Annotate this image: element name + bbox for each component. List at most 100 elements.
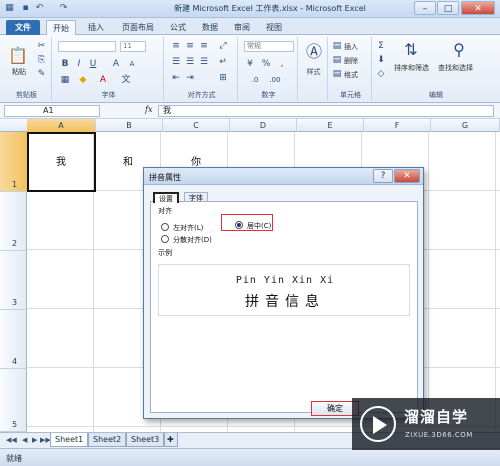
column-header-e[interactable]: E	[297, 119, 364, 132]
align-bottom-icon[interactable]: ≡	[198, 41, 210, 52]
column-header-d[interactable]: D	[230, 119, 297, 132]
number-format-combo[interactable]: 常规	[244, 41, 294, 52]
save-icon[interactable]: ▪	[20, 3, 31, 14]
row-header-4[interactable]: 4	[0, 310, 27, 369]
tab-formulas[interactable]: 公式	[166, 20, 190, 35]
redo-icon[interactable]: ↷	[58, 3, 69, 14]
close-dialog-button[interactable]: ✕	[394, 169, 420, 183]
tab-page-layout[interactable]: 页面布局	[116, 20, 160, 35]
cut-icon[interactable]: ✂	[36, 41, 47, 52]
sort-filter-icon[interactable]: ⇅	[402, 41, 420, 59]
percent-icon[interactable]: %	[260, 59, 272, 70]
help-button[interactable]: ?	[373, 169, 393, 183]
format-cells-icon[interactable]: ▤	[332, 69, 342, 80]
format-painter-icon[interactable]: ✎	[36, 69, 47, 80]
column-header-f[interactable]: F	[364, 119, 431, 132]
styles-icon[interactable]: Ⓐ	[305, 43, 323, 61]
copy-icon[interactable]: ⎘	[36, 55, 47, 66]
column-header-c[interactable]: C	[163, 119, 230, 132]
font-grow-icon[interactable]: A	[110, 59, 122, 70]
center-option-highlight	[221, 214, 273, 231]
font-name-combo[interactable]	[58, 41, 116, 52]
align-center-icon[interactable]: ☰	[184, 57, 196, 68]
orientation-icon[interactable]: ⤢	[216, 41, 230, 52]
wrap-text-icon[interactable]: ↵	[216, 57, 230, 68]
close-window-button[interactable]: ✕	[461, 1, 495, 15]
row-header-2[interactable]: 2	[0, 192, 27, 251]
name-box[interactable]: A1	[4, 105, 100, 117]
font-size-combo[interactable]: 11	[120, 41, 146, 52]
radio-distributed[interactable]	[161, 235, 169, 243]
format-cells-label[interactable]: 格式	[344, 70, 358, 80]
find-select-icon[interactable]: ⚲	[450, 41, 468, 59]
group-styles: Ⓐ 样式	[300, 37, 328, 101]
new-sheet-icon[interactable]: ✚	[164, 433, 178, 447]
sheet-tab-3[interactable]: Sheet3	[126, 433, 165, 447]
sheet-tab-1[interactable]: Sheet1	[50, 433, 89, 447]
delete-cells-label[interactable]: 删除	[344, 56, 358, 66]
fill-color-icon[interactable]: ◆	[78, 75, 88, 86]
borders-icon[interactable]: ▦	[60, 75, 70, 86]
tab-settings[interactable]: 设置	[153, 192, 179, 203]
paste-icon[interactable]: 📋	[8, 47, 28, 65]
formula-bar: A1 fx 我	[0, 103, 500, 119]
font-shrink-icon[interactable]: A	[126, 59, 138, 70]
fill-icon[interactable]: ⬇	[376, 55, 386, 66]
increase-indent-icon[interactable]: ⇥	[184, 73, 196, 84]
tab-review[interactable]: 审阅	[230, 20, 254, 35]
cell-b1[interactable]: 和	[123, 153, 133, 168]
group-editing: Σ ⬇ ◇ ⇅ 排序和筛选 ⚲ 查找和选择 编辑	[374, 37, 498, 101]
insert-cells-label[interactable]: 插入	[344, 42, 358, 52]
cell-c1[interactable]: 你	[191, 153, 201, 168]
tab-view[interactable]: 视图	[262, 20, 286, 35]
group-label-number: 数字	[261, 91, 276, 99]
radio-distributed-label[interactable]: 分散对齐(D)	[173, 235, 212, 245]
align-top-icon[interactable]: ≡	[170, 41, 182, 52]
underline-icon[interactable]: U	[88, 59, 98, 70]
font-color-icon[interactable]: A	[98, 75, 108, 86]
decrease-indent-icon[interactable]: ⇤	[170, 73, 182, 84]
find-select-label[interactable]: 查找和选择	[438, 63, 473, 73]
insert-function-icon[interactable]: fx	[145, 105, 152, 114]
delete-cells-icon[interactable]: ▤	[332, 55, 342, 66]
radio-left-label[interactable]: 左对齐(L)	[173, 223, 203, 233]
tab-home[interactable]: 开始	[46, 20, 76, 35]
dialog-title-bar: 拼音属性 ? ✕	[144, 168, 423, 185]
first-sheet-icon[interactable]: ◀◀	[6, 436, 17, 444]
align-middle-icon[interactable]: ≡	[184, 41, 196, 52]
phonetic-icon[interactable]: 文	[120, 75, 132, 86]
align-left-icon[interactable]: ☰	[170, 57, 182, 68]
sheet-tab-2[interactable]: Sheet2	[88, 433, 127, 447]
comma-style-icon[interactable]: ,	[276, 59, 288, 70]
currency-icon[interactable]: ¥	[244, 59, 256, 70]
row-number: 2	[12, 239, 18, 248]
insert-cells-icon[interactable]: ▤	[332, 41, 342, 52]
column-header-b[interactable]: B	[96, 119, 163, 132]
row-header-3[interactable]: 3	[0, 251, 27, 310]
bold-icon[interactable]: B	[60, 59, 70, 70]
column-header-g[interactable]: G	[431, 119, 500, 132]
autosum-icon[interactable]: Σ	[376, 41, 386, 52]
clear-icon[interactable]: ◇	[376, 69, 386, 80]
minimize-button[interactable]: –	[414, 1, 436, 15]
italic-icon[interactable]: I	[74, 59, 84, 70]
sort-filter-label[interactable]: 排序和筛选	[394, 63, 429, 73]
watermark-title: 溜溜自学	[404, 408, 469, 426]
formula-input[interactable]: 我	[158, 105, 494, 117]
tab-insert[interactable]: 插入	[84, 20, 108, 35]
prev-sheet-icon[interactable]: ◀	[22, 436, 27, 444]
align-right-icon[interactable]: ☰	[198, 57, 210, 68]
undo-icon[interactable]: ↶	[34, 3, 45, 14]
next-sheet-icon[interactable]: ▶	[32, 436, 37, 444]
row-header-1[interactable]: 1	[0, 132, 27, 192]
group-cells: ▤ 插入 ▤ 删除 ▤ 格式 单元格	[330, 37, 372, 101]
column-header-a[interactable]: A	[27, 119, 96, 132]
row-header-5[interactable]: 5	[0, 369, 27, 432]
radio-left[interactable]	[161, 223, 169, 231]
tab-file[interactable]: 文件	[6, 20, 40, 35]
increase-decimal-icon[interactable]: .0	[248, 75, 262, 86]
decrease-decimal-icon[interactable]: .00	[268, 75, 282, 86]
merge-center-icon[interactable]: ⊞	[216, 73, 230, 84]
tab-data[interactable]: 数据	[198, 20, 222, 35]
maximize-button[interactable]: □	[437, 1, 459, 15]
